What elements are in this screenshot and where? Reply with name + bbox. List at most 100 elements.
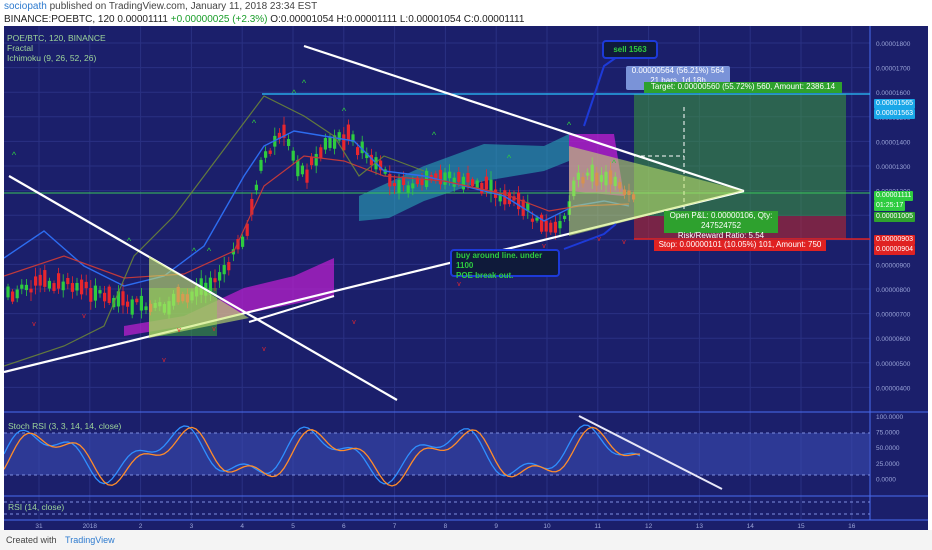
fractal-down-marker: v: [622, 239, 626, 246]
author-link[interactable]: sociopath: [4, 1, 47, 12]
price-tag-last: 0.00001111: [874, 191, 914, 201]
candle-body: [310, 157, 314, 166]
legend-symbol: POE/BTC, 120, BINANCE: [7, 33, 106, 43]
tradingview-logo-link[interactable]: TradingView: [65, 535, 115, 545]
candle-body: [392, 183, 396, 187]
candle-body: [461, 176, 465, 190]
legend-fractal: Fractal: [7, 43, 33, 53]
candle-body: [222, 265, 226, 275]
open-pl-value: Open P&L: 0.00000106, Qty: 247524752: [669, 211, 773, 230]
sell-note[interactable]: sell 1563: [602, 40, 658, 59]
candle-body: [291, 150, 295, 161]
candle-body: [15, 289, 19, 299]
candle-body: [530, 218, 534, 222]
candle-body: [314, 153, 318, 166]
candle-body: [356, 147, 360, 156]
candle-body: [135, 298, 139, 303]
symbol-bar: BINANCE:POEBTC, 120 0.00001111 +0.000000…: [0, 13, 932, 26]
time-tick-label: 6: [342, 523, 346, 530]
stop-label: Stop: 0.00000101 (10.05%) 101, Amount: 7…: [654, 240, 826, 251]
footer: Created with TradingView: [0, 530, 932, 550]
candle-body: [287, 139, 291, 146]
candle-body: [558, 221, 562, 229]
candle-body: [397, 180, 401, 194]
candle-body: [11, 291, 15, 302]
price-tag-stop1: 0.00000903: [874, 235, 915, 245]
stoch-tick-label: 50.0000: [876, 445, 900, 452]
stoch-tick-label: 25.0000: [876, 461, 900, 468]
fractal-down-marker: v: [177, 327, 181, 334]
fractal-down-marker: v: [162, 357, 166, 364]
candle-body: [402, 177, 406, 186]
candle-body: [264, 151, 268, 158]
candle-body: [241, 236, 245, 247]
candle-body: [130, 299, 134, 315]
candle-body: [121, 291, 125, 306]
publish-info: published on TradingView.com, January 11…: [49, 1, 318, 12]
candle-body: [52, 283, 56, 291]
descending-trendline: [8, 175, 398, 401]
time-tick-label: 10: [543, 523, 551, 530]
time-tick-label: 12: [645, 523, 653, 530]
candle-body: [98, 290, 102, 294]
legend-ichimoku: Ichimoku (9, 26, 52, 26): [7, 53, 97, 63]
candle-body: [259, 159, 263, 171]
candle-body: [480, 182, 484, 194]
price-tag-target: 0.00001565: [874, 99, 915, 109]
candle-body: [34, 276, 38, 286]
candle-body: [457, 171, 461, 182]
buy-note-line2: POE break out.: [456, 271, 514, 280]
candle-body: [346, 124, 350, 140]
fractal-up-marker: ^: [252, 118, 257, 128]
fractal-up-marker: ^: [127, 236, 132, 246]
chart-legend: POE/BTC, 120, BINANCE Fractal Ichimoku (…: [7, 33, 106, 63]
price-tick-label: 0.00000700: [876, 312, 911, 319]
rsi-legend: RSI (14, close): [8, 502, 65, 512]
candle-body: [296, 159, 300, 177]
fractal-up-marker: ^: [207, 246, 212, 256]
price-tick-label: 0.00001800: [876, 41, 911, 48]
candle-body: [70, 283, 74, 292]
price-tick-label: 0.00001700: [876, 66, 911, 73]
sell-note-pointer: [583, 51, 625, 127]
chart-area[interactable]: 0.000018000.000017000.000016000.00001500…: [4, 26, 928, 530]
fractal-up-marker: ^: [12, 150, 17, 160]
fractal-down-marker: v: [597, 236, 601, 243]
price-tag-entry: 0.00001005: [874, 212, 915, 222]
time-tick-label: 14: [747, 523, 755, 530]
time-tick-label: 5: [291, 523, 295, 530]
price-tick-label: 0.00001600: [876, 90, 911, 97]
stoch-legend: Stoch RSI (3, 3, 14, 14, close): [8, 421, 122, 431]
target-label: Target: 0.00000560 (55.72%) 560, Amount:…: [644, 82, 842, 93]
candle-body: [563, 215, 567, 220]
candle-body: [466, 172, 470, 183]
price-tick-label: 0.00001400: [876, 139, 911, 146]
candle-body: [43, 270, 47, 287]
time-tick-label: 3: [190, 523, 194, 530]
fractal-up-marker: ^: [567, 120, 572, 130]
stoch-tick-label: 75.0000: [876, 430, 900, 437]
candle-body: [89, 288, 93, 302]
open-pl-label: Open P&L: 0.00000106, Qty: 247524752 Ris…: [664, 211, 778, 240]
time-tick-label: 31: [35, 523, 43, 530]
price-tick-label: 0.00001300: [876, 164, 911, 171]
candle-body: [61, 281, 65, 291]
candle-body: [57, 273, 61, 289]
candle-body: [6, 286, 10, 298]
publish-header: sociopath published on TradingView.com, …: [0, 0, 932, 13]
candle-body: [411, 183, 415, 189]
fractal-up-marker: ^: [432, 130, 437, 140]
candle-body: [305, 169, 309, 183]
buy-note[interactable]: buy around line. under 1100 POE break ou…: [450, 249, 560, 280]
candle-body: [452, 177, 456, 187]
candle-body: [448, 171, 452, 179]
last-price: 0.00001111: [117, 14, 168, 25]
candle-body: [268, 150, 272, 154]
time-tick-label: 9: [494, 523, 498, 530]
price-tag-time: 01:25:17: [874, 201, 906, 211]
fractal-down-marker: v: [32, 321, 36, 328]
stoch-band: [4, 433, 870, 475]
price-tick-label: 0.00000400: [876, 385, 911, 392]
fractal-up-marker: ^: [192, 246, 197, 256]
fractal-down-marker: v: [457, 281, 461, 288]
